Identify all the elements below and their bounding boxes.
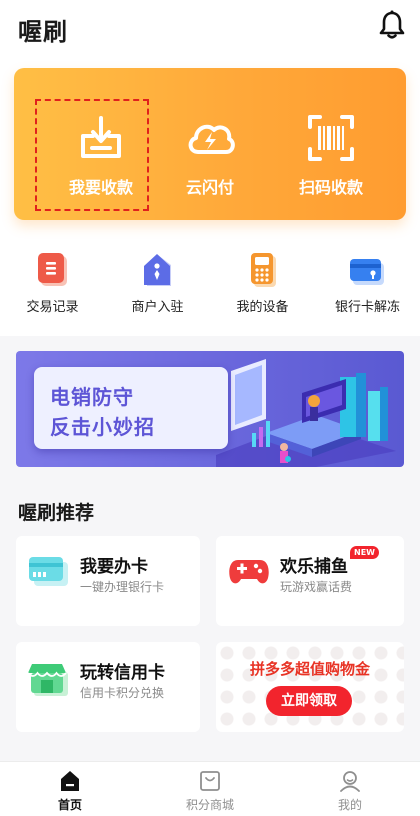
card-pdd-promo[interactable]: 拼多多超值购物金 立即领取 (216, 642, 404, 732)
card-fishing-game[interactable]: 欢乐捕鱼 玩游戏赢话费 NEW (216, 536, 404, 626)
quick-label: 商户入驻 (131, 300, 184, 315)
hero-label: 扫码收款 (298, 178, 363, 197)
scan-receive-button[interactable]: 扫码收款 (266, 68, 396, 220)
claim-now-button[interactable]: 立即领取 (266, 686, 352, 716)
tab-label: 积分商城 (185, 798, 234, 812)
promo-banner[interactable]: 电销防守 反击小妙招 (16, 351, 404, 467)
pos-device-icon (251, 253, 276, 287)
quick-transactions[interactable]: 交易记录 (0, 250, 105, 320)
card-title: 欢乐捕鱼 (280, 557, 348, 577)
quick-devices[interactable]: 我的设备 (210, 250, 315, 320)
app-title: 喔刷 (18, 18, 68, 46)
bell-icon[interactable] (378, 10, 406, 40)
record-list-icon (38, 253, 67, 286)
tab-label: 首页 (57, 798, 82, 812)
home-icon (61, 771, 79, 791)
card-credit-points[interactable]: 玩转信用卡 信用卡积分兑换 (16, 642, 200, 732)
bottom-tab-bar: 首页 积分商城 我的 (0, 761, 420, 816)
quick-label: 银行卡解冻 (334, 300, 400, 315)
banner-line-1: 电销防守 (50, 385, 134, 409)
hero-label: 云闪付 (185, 178, 234, 197)
banner-text-card: 电销防守 反击小妙招 (34, 367, 228, 449)
bank-card-icon (350, 259, 384, 285)
quick-merchant[interactable]: 商户入驻 (105, 250, 210, 320)
quick-unfreeze-card[interactable]: 银行卡解冻 (315, 250, 420, 320)
quick-label: 我的设备 (236, 300, 289, 315)
card-apply-card[interactable]: 我要办卡 一键办理银行卡 (16, 536, 200, 626)
card-subtitle: 玩游戏赢话费 (280, 580, 353, 594)
section-title: 喔刷推荐 (18, 502, 95, 524)
card-subtitle: 信用卡积分兑换 (80, 686, 165, 700)
card-title: 玩转信用卡 (80, 663, 165, 683)
new-badge: NEW (350, 546, 379, 559)
cloud-quickpass-button[interactable]: 云闪付 (145, 68, 275, 220)
scan-barcode-icon (308, 115, 354, 161)
profile-icon (340, 771, 360, 792)
tab-profile[interactable]: 我的 (280, 762, 420, 816)
shop-icon (28, 664, 68, 696)
hero-panel: 我要收款 云闪付 扫码收款 (14, 68, 406, 220)
highlight-frame (35, 99, 149, 211)
quick-actions: 交易记录 商户入驻 我的设备 银行卡解冻 (0, 250, 420, 320)
points-mall-icon (200, 771, 220, 791)
quick-label: 交易记录 (26, 300, 79, 315)
card-title: 我要办卡 (80, 557, 148, 577)
tab-points-mall[interactable]: 积分商城 (140, 762, 280, 816)
promo-title: 拼多多超值购物金 (249, 660, 370, 678)
cloud-flash-icon (188, 124, 235, 154)
tab-home[interactable]: 首页 (0, 762, 140, 816)
gamepad-icon (229, 560, 269, 584)
tab-label: 我的 (337, 798, 362, 812)
credit-card-icon (29, 557, 68, 586)
banner-line-2: 反击小妙招 (50, 415, 155, 439)
card-subtitle: 一键办理银行卡 (80, 580, 165, 594)
merchant-house-icon (144, 254, 171, 286)
